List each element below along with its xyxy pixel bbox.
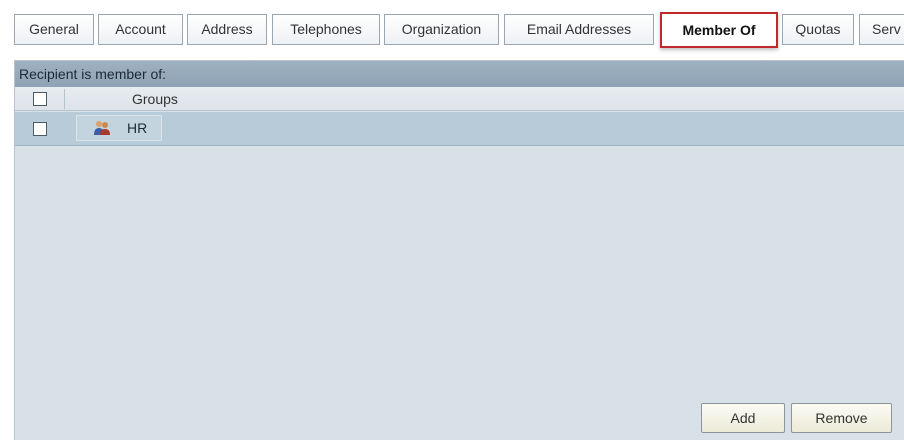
remove-button[interactable]: Remove: [791, 403, 892, 433]
add-button[interactable]: Add: [701, 403, 785, 433]
tab-strip: General Account Address Telephones Organ…: [14, 10, 904, 54]
tab-account[interactable]: Account: [98, 14, 183, 45]
select-all-checkbox[interactable]: [33, 92, 47, 106]
tab-serv[interactable]: Serv: [859, 14, 904, 45]
tab-telephones[interactable]: Telephones: [272, 14, 380, 45]
tab-quotas[interactable]: Quotas: [782, 14, 854, 45]
row-checkbox[interactable]: [33, 122, 47, 136]
groups-column-label: Groups: [132, 91, 178, 107]
tab-general[interactable]: General: [14, 14, 94, 45]
recipient-properties-window: General Account Address Telephones Organ…: [0, 0, 904, 440]
member-of-panel: Recipient is member of: Groups HR Add Re…: [14, 60, 904, 440]
panel-header: Recipient is member of:: [15, 61, 904, 87]
group-cell: HR: [76, 115, 162, 141]
tab-email-addresses[interactable]: Email Addresses: [504, 14, 654, 45]
tab-member-of[interactable]: Member Of: [660, 12, 778, 48]
tab-organization[interactable]: Organization: [384, 14, 499, 45]
column-separator: [64, 89, 65, 109]
table-row[interactable]: HR: [15, 112, 904, 146]
groups-column-header: Groups: [15, 87, 904, 111]
tab-address[interactable]: Address: [187, 14, 267, 45]
group-icon: [94, 121, 110, 135]
group-name: HR: [127, 120, 148, 136]
